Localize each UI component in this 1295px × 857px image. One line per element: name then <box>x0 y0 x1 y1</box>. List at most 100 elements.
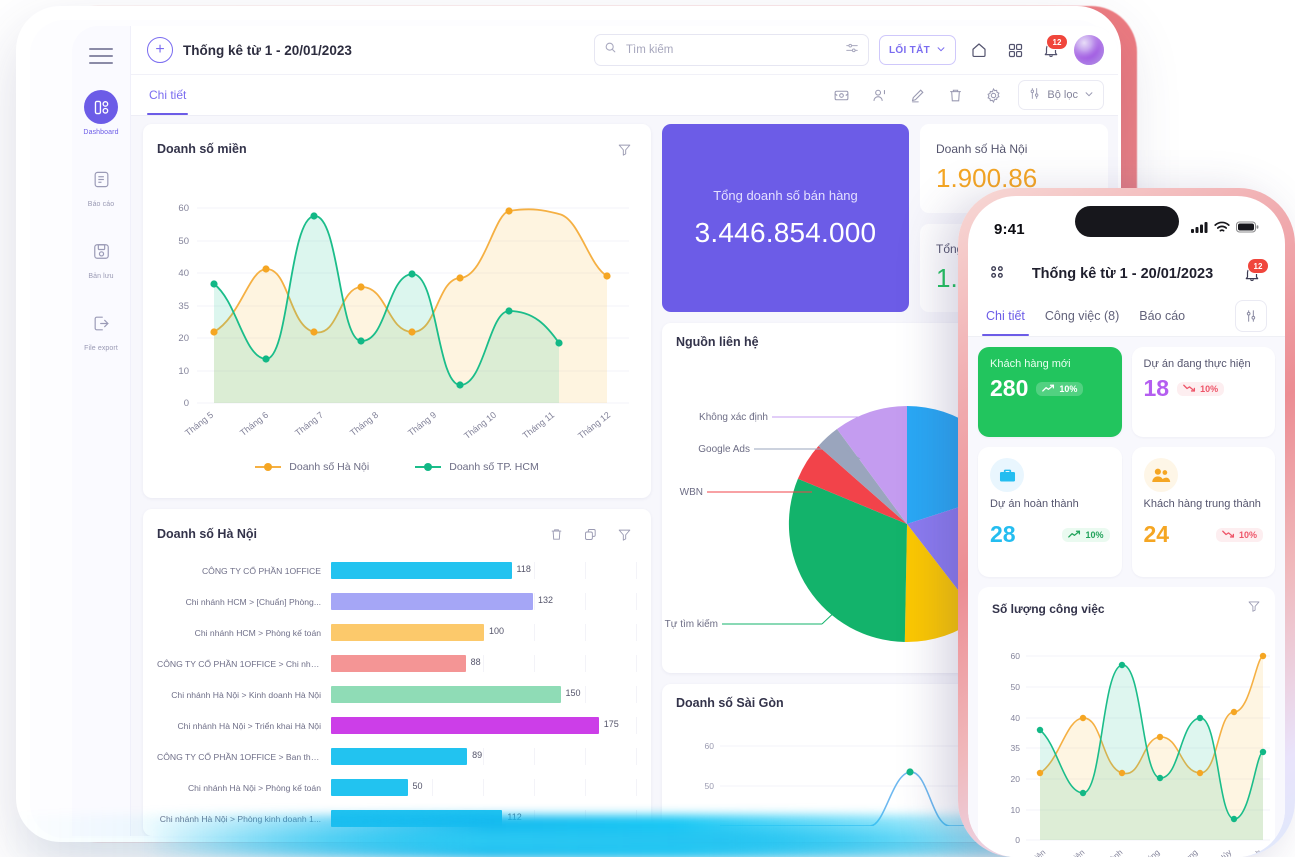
card-value: 24 <box>1144 521 1170 548</box>
bell-icon[interactable]: 12 <box>1239 261 1265 287</box>
bar-label: CÔNG TY CỔ PHẦN 1OFFICE > Ban thư... <box>157 752 331 762</box>
legend-item[interactable]: Doanh số TP. HCM <box>415 461 539 473</box>
trend-value: 10% <box>1200 384 1218 394</box>
briefcase-glyph <box>998 466 1017 485</box>
trend-value: 10% <box>1085 530 1103 540</box>
card-header: Doanh số Hà Nội <box>143 509 651 547</box>
trash-icon[interactable] <box>543 521 569 547</box>
save-icon <box>84 234 118 268</box>
add-button[interactable]: + <box>147 37 173 63</box>
pie-label-google-ads: Google Ads <box>698 444 750 455</box>
pencil-icon[interactable] <box>904 82 930 108</box>
svg-text:35: 35 <box>178 301 189 312</box>
gear-icon[interactable] <box>980 82 1006 108</box>
search-input[interactable] <box>624 43 838 57</box>
card-value: 28 <box>990 521 1016 548</box>
phone-line-chart-svg: 605040 3520100 Đang thực hiện Chờ thực h… <box>988 620 1278 857</box>
bar-row[interactable]: Chi nhánh Hà Nội > Phòng kế toán50 <box>157 774 637 801</box>
bar-row[interactable]: CÔNG TY CỔ PHẦN 1OFFICE118 <box>157 557 637 584</box>
legend-swatch <box>255 466 281 468</box>
sidebar-item-file-export[interactable]: File export <box>72 306 130 352</box>
legend-item[interactable]: Doanh số Hà Nội <box>255 461 369 473</box>
svg-text:Tháng 10: Tháng 10 <box>462 410 498 441</box>
bar-row[interactable]: Chi nhánh HCM > Phòng kế toán100 <box>157 619 637 646</box>
sidebar-item-label: Bản lưu <box>88 273 113 280</box>
tab-chi-tiet[interactable]: Chi tiết <box>147 75 188 115</box>
phone-card-khach-hang-trung-thanh[interactable]: Khách hàng trung thành 24 10% <box>1132 447 1276 577</box>
trend-up-icon <box>1042 384 1055 393</box>
filter-icon[interactable] <box>611 136 637 162</box>
card-label: Khách hàng mới <box>990 358 1110 370</box>
phone-kpi-grid: Khách hàng mới 280 10% Dự án đang thực h… <box>978 347 1275 577</box>
phone-card-du-an-hoan-thanh[interactable]: Dự án hoàn thành 28 10% <box>978 447 1122 577</box>
sidebar-item-bao-cao[interactable]: Báo cáo <box>72 162 130 208</box>
bar-row[interactable]: Chi nhánh HCM > [Chuẩn] Phòng... 132 <box>157 588 637 615</box>
kpi-value: 3.446.854.000 <box>695 217 877 249</box>
bar-label: Chi nhánh HCM > [Chuẩn] Phòng... <box>157 597 331 607</box>
bar-row[interactable]: CÔNG TY CỔ PHẦN 1OFFICE > Ban thư...89 <box>157 743 637 770</box>
status-time: 9:41 <box>994 221 1025 238</box>
card-title: Doanh số miền <box>157 142 603 156</box>
apps-grid-icon[interactable] <box>988 263 1006 286</box>
phone-header: Thống kê từ 1 - 20/01/2023 12 <box>968 252 1285 296</box>
card-doanh-so-ha-noi: Doanh số Hà Nội CÔNG TY CỔ PHẦN 1O <box>143 509 651 836</box>
phone-filter-button[interactable] <box>1235 300 1267 332</box>
phone-tab-cong-viec[interactable]: Công việc (8) <box>1045 296 1119 336</box>
phone-card-du-an-dang-thuc-hien[interactable]: Dự án đang thực hiện 18 10% <box>1132 347 1276 437</box>
bar-row[interactable]: Chi nhánh Hà Nội > Kinh doanh Hà Nội 150 <box>157 681 637 708</box>
search-box[interactable] <box>594 34 869 66</box>
phone-title: Thống kê từ 1 - 20/01/2023 <box>1018 266 1227 282</box>
card-value: 18 <box>1144 375 1170 402</box>
legend-label: Doanh số Hà Nội <box>289 461 369 473</box>
bell-icon[interactable]: 12 <box>1038 37 1064 63</box>
bar-value: 150 <box>566 688 581 698</box>
menu-toggle-button[interactable] <box>89 48 113 64</box>
bar-value: 132 <box>538 595 553 605</box>
trend-down-badge: 10% <box>1177 382 1224 396</box>
bar-chart-area: CÔNG TY CỔ PHẦN 1OFFICE118 Chi nhánh HCM … <box>143 547 651 832</box>
apps-grid-icon[interactable] <box>1002 37 1028 63</box>
filter-icon[interactable] <box>611 521 637 547</box>
shortcut-button[interactable]: LỐI TẮT <box>879 35 956 65</box>
tab-bar: Chi tiết <box>131 75 1118 116</box>
copy-icon[interactable] <box>577 521 603 547</box>
search-settings-icon[interactable] <box>845 41 859 60</box>
topbar: + Thống kê từ 1 - 20/01/2023 LỐI TẮ <box>131 26 1118 75</box>
avatar[interactable] <box>1074 35 1104 65</box>
bar-value: 88 <box>471 657 481 667</box>
stage: Dashboard Báo cáo Bản lưu <box>0 0 1295 857</box>
export-icon <box>84 306 118 340</box>
trend-down-badge: 10% <box>1216 528 1263 542</box>
card-icon[interactable] <box>828 82 854 108</box>
svg-text:Tháng 9: Tháng 9 <box>406 410 438 438</box>
line-chart-legend: Doanh số Hà Nội Doanh số TP. HCM <box>143 459 651 485</box>
filter-icon <box>1028 87 1041 103</box>
sidebar-item-ban-luu[interactable]: Bản lưu <box>72 234 130 280</box>
bar-row[interactable]: Chi nhánh Hà Nội > Triển khai Hà Nội175 <box>157 712 637 739</box>
legend-swatch <box>415 466 441 468</box>
phone-tab-bar: Chi tiết Công việc (8) Báo cáo <box>968 296 1285 337</box>
card-value-row: 24 10% <box>1144 521 1264 548</box>
bar-fill <box>331 562 512 579</box>
bar-track: 175 <box>331 717 637 734</box>
phone-card-khach-hang-moi[interactable]: Khách hàng mới 280 10% <box>978 347 1122 437</box>
bar-value: 50 <box>413 781 423 791</box>
card-title: Doanh số Hà Nội <box>157 527 535 541</box>
sidebar-item-dashboard[interactable]: Dashboard <box>72 90 130 136</box>
bar-row[interactable]: CÔNG TY CỔ PHẦN 1OFFICE > Chi nhánh... 88 <box>157 650 637 677</box>
filter-icon[interactable] <box>1247 599 1261 618</box>
home-icon[interactable] <box>966 37 992 63</box>
svg-text:Hủy: Hủy <box>1217 848 1234 857</box>
phone-screen: 9:41 Thống kê từ 1 - 20/01/2023 <box>968 196 1285 857</box>
filter-dropdown[interactable]: Bộ lọc <box>1018 80 1104 110</box>
bar-label: Chi nhánh HCM > Phòng kế toán <box>157 628 331 638</box>
svg-text:Đóng: Đóng <box>1141 848 1161 857</box>
add-user-icon[interactable] <box>866 82 892 108</box>
search-icon <box>604 41 617 59</box>
phone-tab-chi-tiet[interactable]: Chi tiết <box>986 296 1025 336</box>
trash-icon[interactable] <box>942 82 968 108</box>
bar-label: Chi nhánh Hà Nội > Kinh doanh Hà Nội <box>157 690 331 700</box>
bar-label: CÔNG TY CỔ PHẦN 1OFFICE > Chi nhánh... <box>157 659 331 669</box>
phone-tab-bao-cao[interactable]: Báo cáo <box>1139 296 1185 336</box>
bar-fill <box>331 593 533 610</box>
